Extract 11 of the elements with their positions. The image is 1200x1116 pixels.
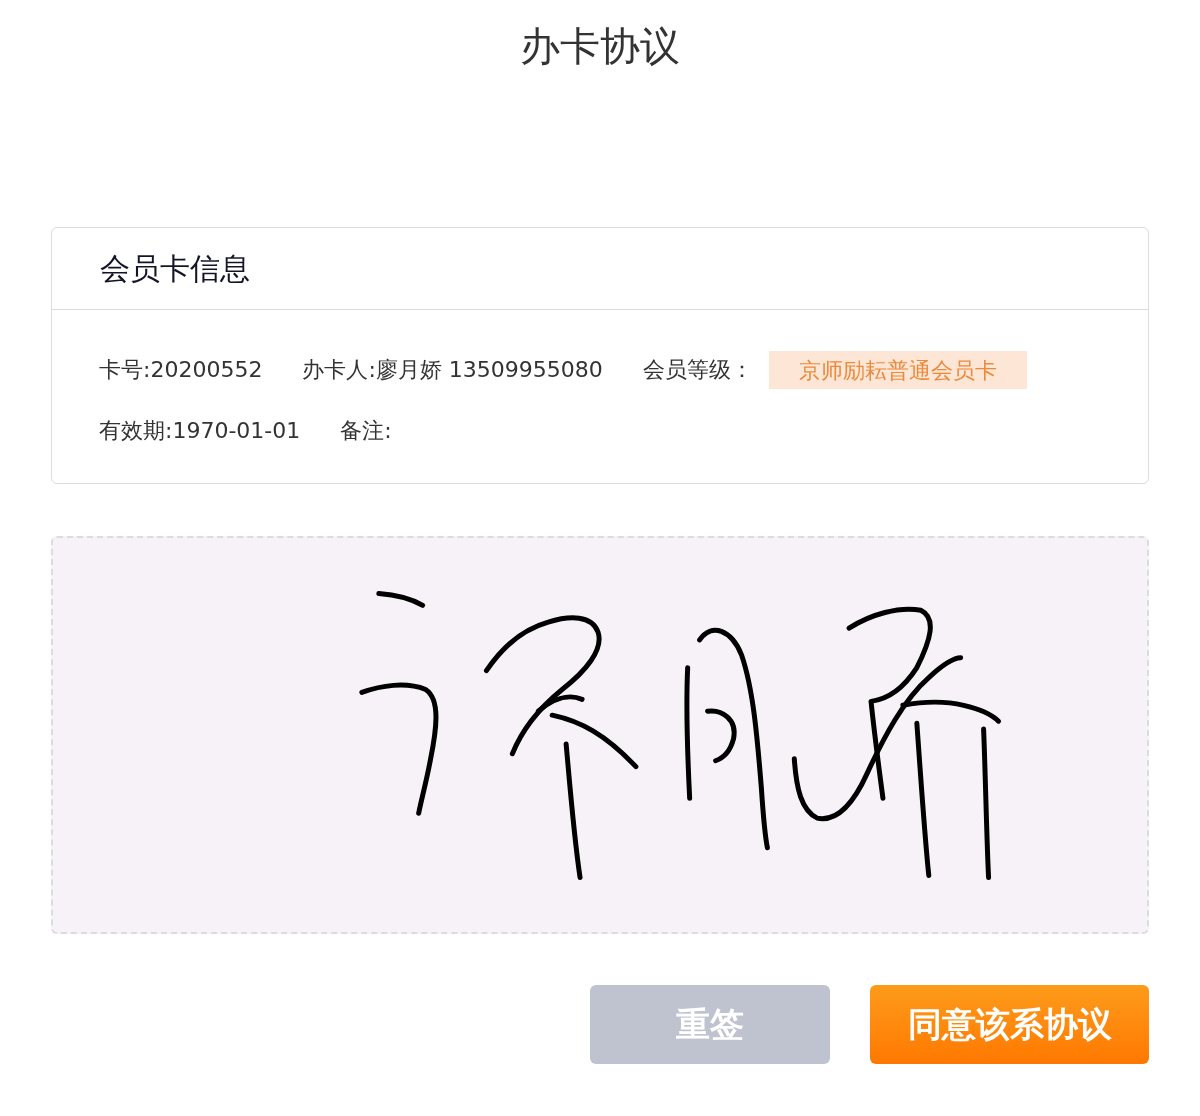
- level-tag: 京师励耘普通会员卡: [768, 351, 1027, 389]
- info-text: 备注:: [340, 417, 392, 445]
- signature-pad[interactable]: [51, 536, 1149, 934]
- card-heading: 会员卡信息: [100, 250, 250, 288]
- info-text: 办卡人:廖月娇 13509955080: [302, 356, 603, 384]
- info-text: 有效期:1970-01-01: [99, 417, 301, 445]
- re-sign-button[interactable]: 重签: [590, 985, 830, 1064]
- level-label: 会员等级：: [642, 356, 753, 384]
- info-text: 卡号:20200552: [99, 356, 263, 384]
- agree-button[interactable]: 同意该系协议: [870, 985, 1149, 1064]
- page-title: 办卡协议: [520, 22, 680, 70]
